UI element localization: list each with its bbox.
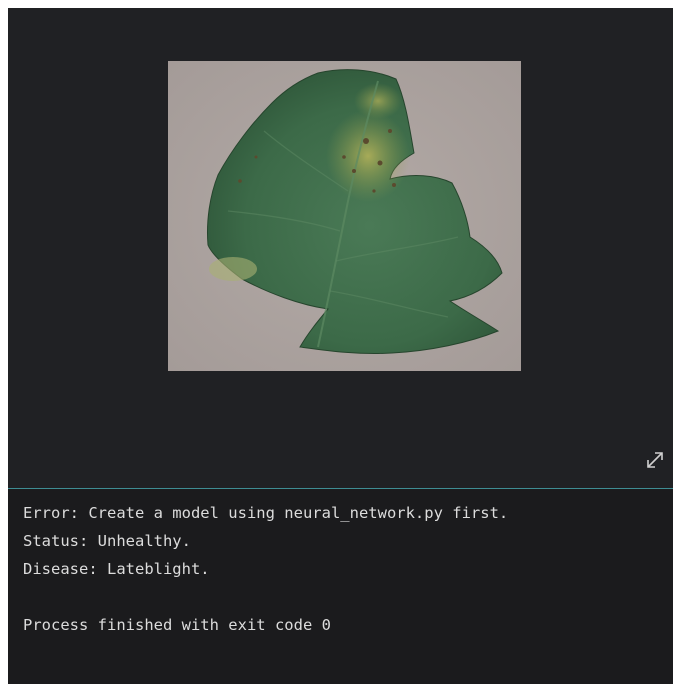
console-line-error: Error: Create a model using neural_netwo… bbox=[23, 504, 509, 522]
console-line-disease: Disease: Lateblight. bbox=[23, 560, 210, 578]
console-line-exit: Process finished with exit code 0 bbox=[23, 616, 331, 634]
run-window: Error: Create a model using neural_netwo… bbox=[8, 8, 673, 684]
image-viewer bbox=[8, 8, 673, 488]
console-line-status: Status: Unhealthy. bbox=[23, 532, 191, 550]
expand-icon[interactable] bbox=[643, 448, 667, 472]
console-output: Error: Create a model using neural_netwo… bbox=[8, 489, 673, 684]
leaf-image bbox=[168, 61, 521, 371]
